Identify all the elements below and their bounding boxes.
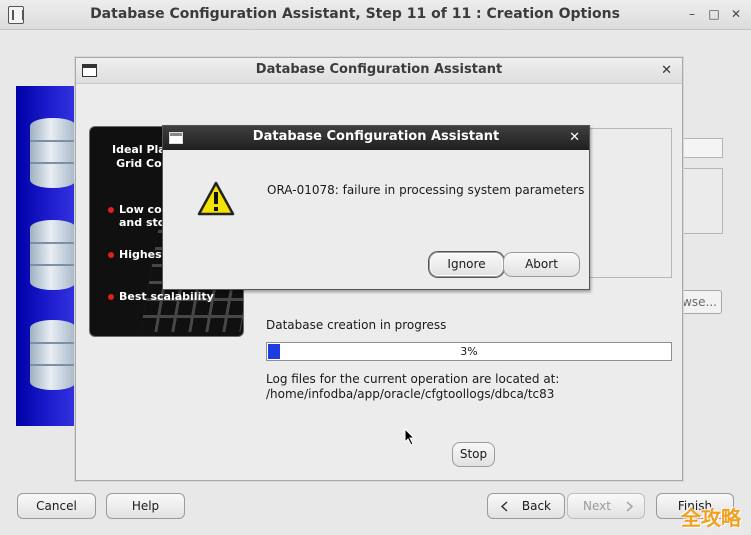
- error-message: ORA-01078: failure in processing system …: [267, 183, 585, 197]
- progress-dialog-titlebar[interactable]: Database Configuration Assistant ✕: [76, 58, 682, 84]
- error-dialog-title: Database Configuration Assistant: [252, 129, 500, 144]
- side-field: [682, 138, 723, 158]
- stop-button[interactable]: Stop: [452, 442, 495, 467]
- progress-status-label: Database creation in progress: [266, 318, 447, 332]
- next-button-label: Next: [583, 499, 611, 513]
- warning-triangle-icon: [197, 181, 235, 216]
- side-panel: [682, 168, 723, 234]
- chevron-left-icon: [500, 501, 508, 512]
- log-location-label: Log files for the current operation are …: [266, 372, 560, 386]
- log-path: /home/infodba/app/oracle/cfgtoollogs/dbc…: [266, 387, 555, 401]
- help-button[interactable]: Help: [106, 493, 185, 519]
- chevron-right-icon: [626, 501, 634, 512]
- error-dialog: Database Configuration Assistant ✕ ORA-0…: [162, 125, 590, 290]
- error-dialog-close-button[interactable]: ✕: [569, 130, 580, 145]
- database-cylinder-icon: [30, 220, 76, 290]
- next-button: Next: [567, 493, 645, 519]
- database-cylinder-icon: [30, 320, 76, 390]
- promo-item: Low co and sto: [108, 203, 165, 229]
- abort-button[interactable]: Abort: [503, 252, 580, 277]
- progress-dialog-title: Database Configuration Assistant: [255, 62, 503, 77]
- cancel-button[interactable]: Cancel: [17, 493, 96, 519]
- progress-dialog-close-button[interactable]: ✕: [661, 63, 672, 78]
- main-window-title: Database Configuration Assistant, Step 1…: [90, 6, 620, 22]
- back-button-label: Back: [521, 499, 551, 513]
- main-window-titlebar[interactable]: Database Configuration Assistant, Step 1…: [0, 0, 751, 30]
- minimize-button[interactable]: –: [684, 6, 700, 22]
- promo-item: Highest: [108, 248, 167, 261]
- progress-bar: 3%: [266, 342, 672, 361]
- progress-percent: 3%: [460, 345, 478, 358]
- maximize-button[interactable]: □: [706, 6, 722, 22]
- watermark-text: 全攻略: [681, 506, 741, 530]
- ignore-button[interactable]: Ignore: [429, 252, 504, 277]
- promo-item: Best scalability: [108, 290, 214, 303]
- close-button[interactable]: ✕: [728, 6, 744, 22]
- database-cylinder-icon: [30, 118, 76, 188]
- error-dialog-titlebar[interactable]: Database Configuration Assistant ✕: [163, 126, 589, 150]
- mouse-pointer-icon: [404, 428, 416, 446]
- promo-heading: Ideal Pla Grid Co: [112, 143, 166, 170]
- back-button[interactable]: Back: [487, 493, 565, 519]
